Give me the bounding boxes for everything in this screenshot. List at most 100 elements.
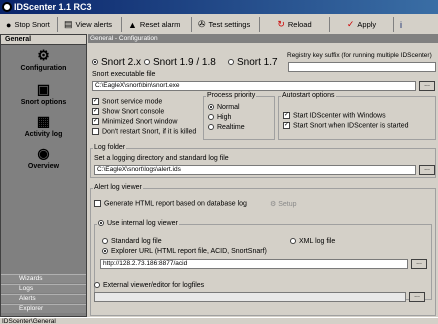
check-dont-restart[interactable]: Don't restart Snort, if it is killed xyxy=(92,128,196,135)
status-bar: IDScenter\General xyxy=(0,317,438,324)
radio-standard-log[interactable]: Standard log file xyxy=(102,238,162,245)
radio-selected xyxy=(208,104,214,111)
notebook-icon: ▦ xyxy=(36,113,51,129)
priority-label: Realtime xyxy=(217,124,245,131)
sidebar-section-logs[interactable]: Logs xyxy=(1,284,86,293)
radio-unselected xyxy=(290,238,296,245)
version-radio-snort2[interactable]: Snort 2.x xyxy=(92,57,141,68)
radio-label: Explorer URL (HTML report file, ACID, Sn… xyxy=(111,248,267,255)
sidebar-header[interactable]: General xyxy=(1,35,86,45)
check-minimized[interactable]: ✓ Minimized Snort window xyxy=(92,118,177,125)
title-bar: IDScenter 1.1 RC3 xyxy=(0,0,438,14)
checkbox-label: Generate HTML report based on database l… xyxy=(104,200,247,208)
sidebar-item-label: Activity log xyxy=(24,131,63,138)
check-start-snort[interactable]: ✓ Start Snort when IDScenter is started xyxy=(283,122,409,129)
view-alerts-button[interactable]: ▤ View alerts xyxy=(58,17,122,32)
external-viewer-input[interactable] xyxy=(94,292,406,302)
radio-unselected xyxy=(228,59,234,66)
radio-selected xyxy=(102,248,108,255)
version-radio-snort17[interactable]: Snort 1.7 xyxy=(228,57,278,68)
version-radio-snort19[interactable]: Snort 1.9 / 1.8 xyxy=(144,57,216,68)
view-alerts-label: View alerts xyxy=(75,20,113,29)
radio-external-viewer[interactable]: External viewer/editor for logfiles xyxy=(94,282,204,289)
sidebar-item-activity-log[interactable]: ▦ Activity log xyxy=(1,113,86,138)
version-label: Snort 2.x xyxy=(101,57,142,68)
log-folder-input[interactable]: C:\EagleX\snort\logs\alert.ids xyxy=(94,165,416,175)
radio-label: XML log file xyxy=(299,238,336,245)
checkbox-unchecked xyxy=(92,128,99,135)
checkbox-checked: ✓ xyxy=(283,122,290,129)
info-icon: i xyxy=(400,19,402,30)
alarm-icon: ▲ xyxy=(128,19,137,30)
check-start-with-windows[interactable]: ✓ Start IDScenter with Windows xyxy=(283,112,386,119)
sidebar-section-alerts[interactable]: Alerts xyxy=(1,294,86,303)
checkbox-label: Minimized Snort window xyxy=(102,118,178,126)
window-title: IDScenter 1.1 RC3 xyxy=(14,2,92,12)
sidebar: General ⚙ Configuration ▣ Snort options … xyxy=(0,34,87,317)
explorer-url-input[interactable]: http://128.2.73.186:8877/acid xyxy=(100,259,408,269)
priority-radio-normal[interactable]: Normal xyxy=(208,104,240,111)
checkbox-checked: ✓ xyxy=(92,98,99,105)
radio-unselected xyxy=(208,124,214,131)
checkbox-checked: ✓ xyxy=(283,112,290,119)
browse-exe-button[interactable]: ... xyxy=(419,81,435,91)
sidebar-item-snort-options[interactable]: ▣ Snort options xyxy=(1,81,86,106)
checkbox-label: Start Snort when IDScenter is started xyxy=(293,122,409,130)
apply-button[interactable]: ✓ Apply xyxy=(330,17,394,32)
sidebar-section-wizards[interactable]: Wizards xyxy=(1,274,86,283)
priority-label: High xyxy=(217,114,232,121)
browse-log-button[interactable]: ... xyxy=(419,165,435,175)
sidebar-item-label: Configuration xyxy=(20,65,67,72)
check-service-mode[interactable]: ✓ Snort service mode xyxy=(92,98,162,105)
apply-label: Apply xyxy=(357,20,377,29)
alert-viewer-label: Alert log viewer xyxy=(93,184,143,192)
setup-icon: ⚙ xyxy=(270,201,279,208)
sidebar-item-label: Snort options xyxy=(20,99,67,106)
check-generate-html[interactable]: Generate HTML report based on database l… xyxy=(94,200,247,207)
registry-key-input[interactable] xyxy=(288,62,436,72)
reload-label: Reload xyxy=(287,20,312,29)
autostart-label: Autostart options xyxy=(281,92,336,100)
checkbox-checked: ✓ xyxy=(92,118,99,125)
checkmark-icon: ✓ xyxy=(346,19,355,29)
process-priority-label: Process priority xyxy=(206,92,257,100)
check-show-console[interactable]: ✓ Show Snort console xyxy=(92,108,164,115)
priority-radio-realtime[interactable]: Realtime xyxy=(208,124,245,131)
browse-url-button[interactable]: ... xyxy=(411,259,427,269)
setup-button[interactable]: ⚙ Setup xyxy=(270,200,297,208)
radio-label: Use internal log viewer xyxy=(107,220,178,227)
log-folder-label: Log folder xyxy=(93,144,127,152)
radio-internal-viewer[interactable]: Use internal log viewer xyxy=(97,220,179,228)
sidebar-item-overview[interactable]: ◉ Overview xyxy=(1,145,86,170)
checkbox-label: Don't restart Snort, if it is killed xyxy=(102,128,197,136)
checkbox-label: Snort service mode xyxy=(102,98,163,106)
info-button[interactable]: i xyxy=(394,17,414,32)
stop-snort-button[interactable]: ● Stop Snort xyxy=(0,17,58,32)
checkbox-checked: ✓ xyxy=(92,108,99,115)
test-settings-button[interactable]: ✇ Test settings xyxy=(192,17,260,32)
priority-label: Normal xyxy=(217,104,240,111)
radio-label: External viewer/editor for logfiles xyxy=(103,282,205,289)
sidebar-section-explorer[interactable]: Explorer xyxy=(1,304,86,313)
reload-button[interactable]: ↻ Reload xyxy=(260,17,330,32)
reset-alarm-button[interactable]: ▲ Reset alarm xyxy=(122,17,192,32)
wrench-icon: ✇ xyxy=(198,19,206,29)
radio-explorer-url[interactable]: Explorer URL (HTML report file, ACID, Sn… xyxy=(102,248,267,255)
setup-label: Setup xyxy=(278,201,297,208)
main-panel: General - Configuration Snort 2.x Snort … xyxy=(88,34,438,317)
radio-unselected xyxy=(94,282,100,289)
radio-unselected xyxy=(102,238,108,245)
exe-path-input[interactable]: C:\EagleX\snort\bin\snort.exe xyxy=(92,81,416,91)
radio-unselected xyxy=(144,59,150,66)
stop-snort-label: Stop Snort xyxy=(14,20,50,29)
browse-external-button[interactable]: ... xyxy=(409,292,425,302)
toolbar: ● Stop Snort ▤ View alerts ▲ Reset alarm… xyxy=(0,16,438,33)
reset-alarm-label: Reset alarm xyxy=(139,20,181,29)
app-icon xyxy=(2,2,12,12)
radio-selected xyxy=(92,59,98,66)
test-settings-label: Test settings xyxy=(208,20,251,29)
priority-radio-high[interactable]: High xyxy=(208,114,231,121)
panel-title: General - Configuration xyxy=(88,34,438,43)
sidebar-item-configuration[interactable]: ⚙ Configuration xyxy=(1,47,86,72)
radio-xml-log[interactable]: XML log file xyxy=(290,238,335,245)
